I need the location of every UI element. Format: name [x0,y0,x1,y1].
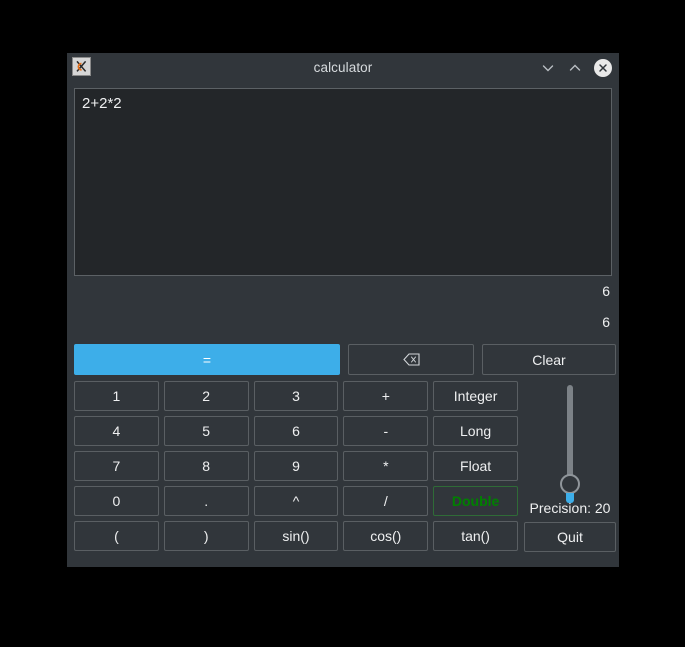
window-titlebar[interactable]: calculator [67,53,619,82]
x11-app-icon [72,57,91,76]
calculator-window: calculator 2+2*2 6 6 = Clear 1 2 3 + Int… [67,53,619,567]
key-type-long[interactable]: Long [433,416,518,446]
key-9[interactable]: 9 [253,451,339,481]
clear-button[interactable]: Clear [482,344,616,375]
key-decimal-point[interactable]: . [163,486,249,516]
precision-slider[interactable] [524,381,616,503]
expression-input[interactable]: 2+2*2 [74,88,612,276]
chevron-down-icon[interactable] [540,60,556,76]
close-icon[interactable] [594,58,612,77]
key-5[interactable]: 5 [163,416,249,446]
key-6[interactable]: 6 [253,416,339,446]
chevron-up-icon[interactable] [567,60,583,76]
key-8[interactable]: 8 [163,451,249,481]
key-plus[interactable]: + [343,381,429,411]
window-controls [540,53,612,82]
key-minus[interactable]: - [343,416,429,446]
key-tan[interactable]: tan() [433,521,518,551]
key-0[interactable]: 0 [74,486,159,516]
results-container: 6 6 [67,276,619,338]
key-type-float[interactable]: Float [433,451,518,481]
quit-button[interactable]: Quit [524,522,616,552]
key-type-double[interactable]: Double [433,486,518,516]
key-paren-close[interactable]: ) [163,521,249,551]
key-cos[interactable]: cos() [343,521,429,551]
key-7[interactable]: 7 [74,451,159,481]
display-container: 2+2*2 [67,82,619,276]
slider-fill [566,493,574,503]
backspace-button[interactable] [348,344,474,375]
key-4[interactable]: 4 [74,416,159,446]
key-divide[interactable]: / [343,486,429,516]
equals-button[interactable]: = [74,344,340,375]
lower-panel: 1 2 3 + Integer 4 5 6 - Long 7 8 9 * Flo… [67,375,619,567]
key-type-integer[interactable]: Integer [433,381,518,411]
window-title: calculator [313,60,373,75]
slider-track [567,385,573,485]
result-line-secondary: 6 [602,314,610,330]
key-paren-open[interactable]: ( [74,521,159,551]
keypad-grid: 1 2 3 + Integer 4 5 6 - Long 7 8 9 * Flo… [74,381,518,559]
backspace-icon [402,353,420,366]
key-2[interactable]: 2 [163,381,249,411]
action-row: = Clear [67,338,619,375]
key-multiply[interactable]: * [343,451,429,481]
result-line-primary: 6 [602,283,610,299]
slider-handle[interactable] [560,474,580,494]
key-1[interactable]: 1 [74,381,159,411]
precision-panel: Precision: 20 Quit [524,381,616,559]
key-3[interactable]: 3 [253,381,339,411]
key-sin[interactable]: sin() [253,521,339,551]
key-power[interactable]: ^ [253,486,339,516]
desktop-background: calculator 2+2*2 6 6 = Clear 1 2 3 + Int… [0,0,685,647]
